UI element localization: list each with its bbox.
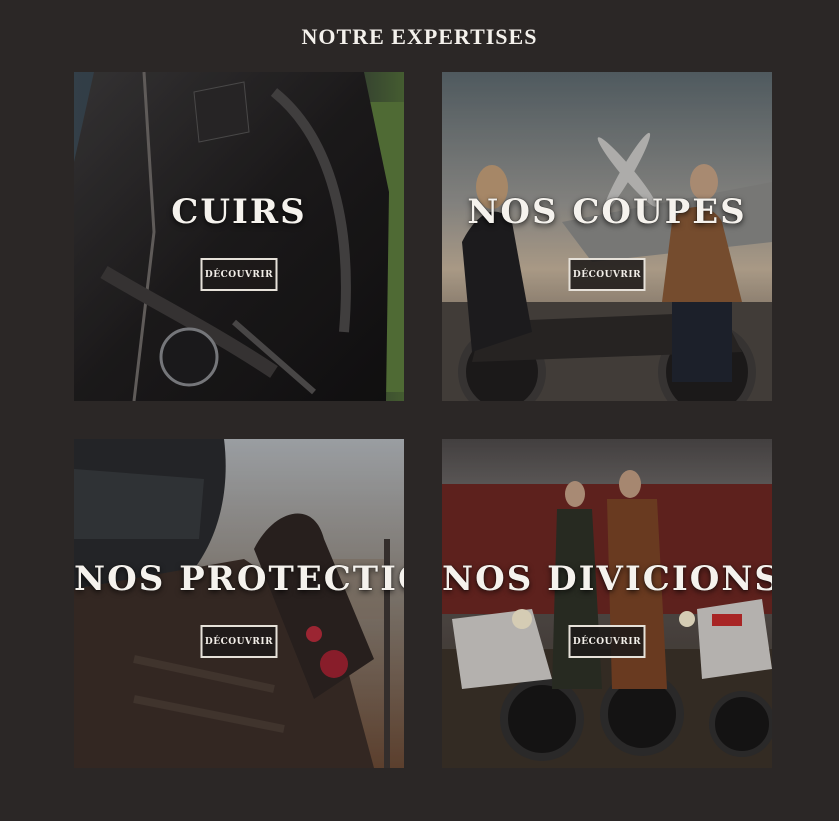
discover-button[interactable]: DÉCOUVRIR — [200, 258, 278, 291]
tile-title: NOS DIVICIONS — [442, 559, 772, 599]
discover-button[interactable]: DÉCOUVRIR — [568, 258, 646, 291]
expertise-tile-nos-protections[interactable]: NOS PROTECTIONS DÉCOUVRIR — [74, 439, 404, 768]
discover-button[interactable]: DÉCOUVRIR — [568, 625, 646, 658]
tile-title: NOS PROTECTIONS — [74, 559, 404, 599]
expertise-tile-nos-divicions[interactable]: NOS DIVICIONS DÉCOUVRIR — [442, 439, 772, 768]
tile-title: CUIRS — [171, 192, 307, 232]
section-title: NOTRE EXPERTISES — [301, 24, 538, 49]
discover-button[interactable]: DÉCOUVRIR — [200, 625, 278, 658]
expertise-tile-cuirs[interactable]: CUIRS DÉCOUVRIR — [74, 72, 404, 401]
tile-title: NOS COUPES — [467, 192, 747, 232]
expertise-tile-nos-coupes[interactable]: NOS COUPES DÉCOUVRIR — [442, 72, 772, 401]
